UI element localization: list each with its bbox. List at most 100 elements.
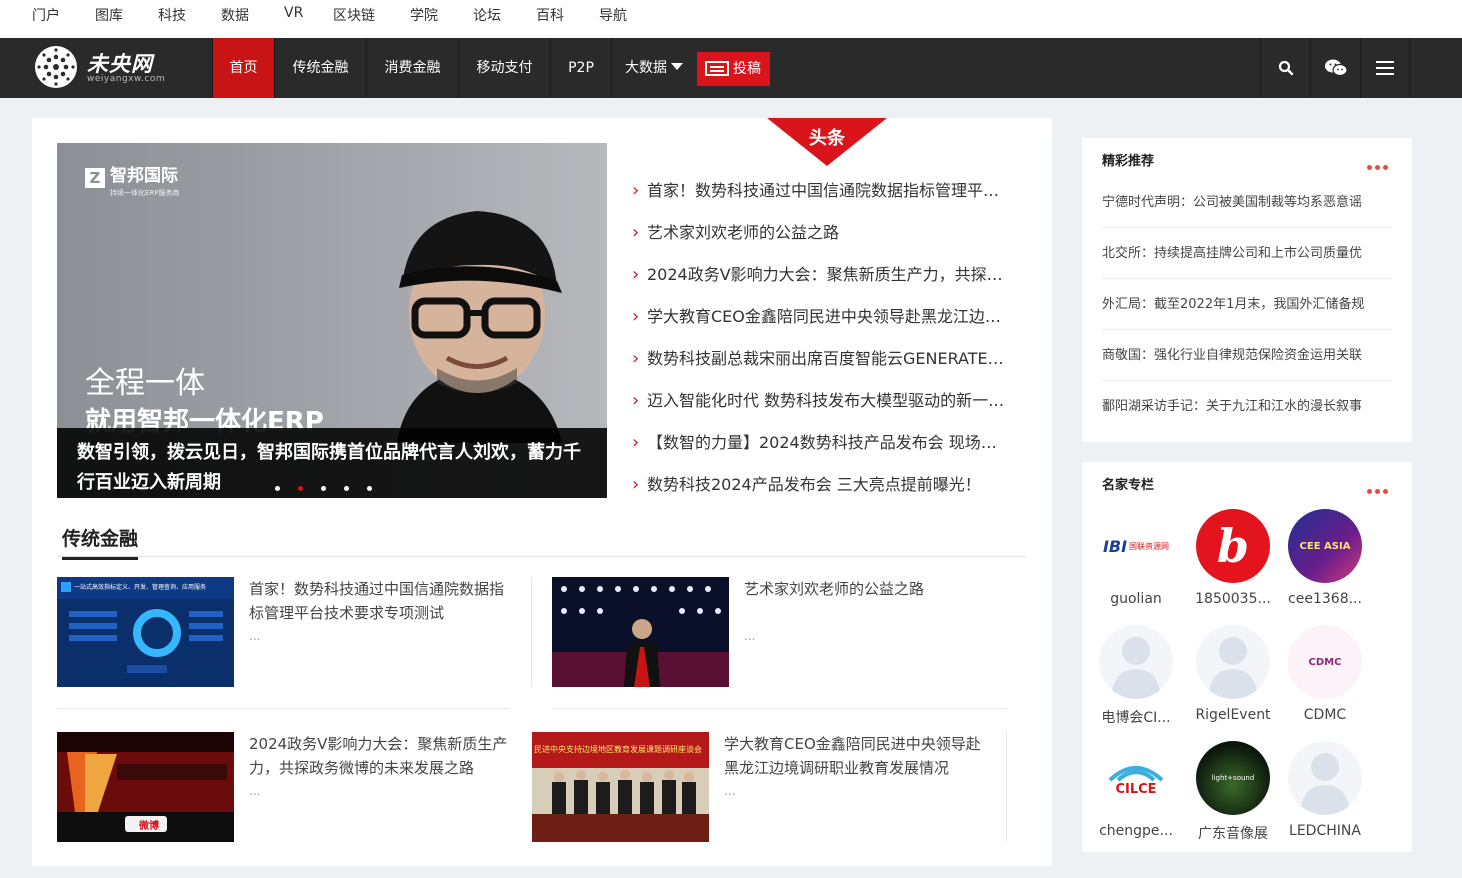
top-link-data[interactable]: 数据 bbox=[221, 5, 249, 25]
expert-item[interactable]: RigelEvent bbox=[1186, 625, 1280, 723]
headline-list: 首家！数势科技通过中国信通院数据指标管理平台技术要求专项测试 艺术家刘欢老师的公… bbox=[632, 170, 1012, 506]
news-title[interactable]: 2024政务V影响力大会：聚焦新质生产力，共探政务微博的未来发展之路 bbox=[249, 732, 514, 780]
top-link-bar: 门户 图库 科技 数据 VR 区块链 学院 论坛 百科 导航 bbox=[0, 0, 1462, 38]
slider-dot[interactable] bbox=[275, 486, 280, 491]
expert-item[interactable]: CEE ASIA cee1368... bbox=[1278, 509, 1372, 607]
expert-avatar[interactable]: light+sound bbox=[1196, 741, 1270, 815]
recommend-item[interactable]: 外汇局：截至2022年1月末，我国外汇储备规 bbox=[1102, 279, 1392, 330]
news-card[interactable]: 一站式高效指标定义、开发、管理查询、应用服务 首家！数势科技通过中国信通院数据指… bbox=[57, 577, 512, 689]
top-link-wiki[interactable]: 百科 bbox=[536, 5, 564, 25]
headline-item[interactable]: 首家！数势科技通过中国信通院数据指标管理平台技术要求专项测试 bbox=[632, 170, 1012, 212]
news-card[interactable]: 艺术家刘欢老师的公益之路 ... bbox=[552, 577, 1007, 689]
slider-dot[interactable] bbox=[321, 486, 327, 491]
nav-p2p[interactable]: P2P bbox=[551, 38, 612, 98]
expert-name[interactable]: cee1368... bbox=[1278, 591, 1372, 607]
expert-avatar[interactable] bbox=[1099, 625, 1173, 699]
news-more: ... bbox=[249, 784, 261, 798]
headline-item[interactable]: 迈入智能化时代 数势科技发布大模型驱动的新一代数据分析产品 bbox=[632, 380, 1012, 422]
top-link-vr[interactable]: VR bbox=[284, 5, 303, 21]
news-title[interactable]: 学大教育CEO金鑫陪同民进中央领导赴黑龙江边境调研职业教育发展情况 bbox=[724, 732, 989, 780]
expert-item[interactable]: light+sound 广东音像展 bbox=[1186, 741, 1280, 843]
news-more: ... bbox=[249, 629, 261, 643]
top-link-academy[interactable]: 学院 bbox=[410, 5, 438, 25]
newspaper-icon bbox=[705, 61, 729, 76]
expert-item[interactable]: 电博会CI... bbox=[1089, 625, 1183, 727]
more-dots-icon[interactable] bbox=[1364, 155, 1388, 174]
expert-avatar[interactable]: CEE ASIA bbox=[1288, 509, 1362, 583]
recommend-item[interactable]: 鄱阳湖采访手记：关于九江和江水的漫长叙事 bbox=[1102, 381, 1392, 432]
expert-avatar[interactable]: CILCE bbox=[1099, 741, 1173, 815]
expert-name[interactable]: RigelEvent bbox=[1186, 707, 1280, 723]
news-title[interactable]: 艺术家刘欢老师的公益之路 bbox=[744, 577, 1009, 601]
headline-item[interactable]: 学大教育CEO金鑫陪同民进中央领导赴黑龙江边境调研职业教育发展情况 bbox=[632, 296, 1012, 338]
news-title[interactable]: 首家！数势科技通过中国信通院数据指标管理平台技术要求专项测试 bbox=[249, 577, 514, 625]
nav-mobile-payment[interactable]: 移动支付 bbox=[459, 38, 551, 98]
top-link-tech[interactable]: 科技 bbox=[158, 5, 186, 25]
main-content: Z 智邦国际 持续一体化ERP服务商 全程一体 就用智邦一体化ERP 数智引领，拨… bbox=[32, 118, 1052, 866]
slider-dot-active[interactable] bbox=[298, 486, 304, 491]
news-card[interactable]: 微博 2024政务V影响力大会：聚焦新质生产力，共探政务微博的未来发展之路 ..… bbox=[57, 732, 512, 844]
headline-tag: 头条 bbox=[767, 118, 887, 166]
top-link-navigation[interactable]: 导航 bbox=[599, 5, 627, 25]
expert-name[interactable]: guolian bbox=[1089, 591, 1183, 607]
nav-traditional-finance[interactable]: 传统金融 bbox=[275, 38, 367, 98]
news-card[interactable]: 民进中央支持边境地区教育发展课题调研座谈会 学大教育CEO金鑫陪同民进中央领导赴… bbox=[532, 732, 1007, 844]
slider-dot[interactable] bbox=[367, 486, 373, 491]
top-link-portal[interactable]: 门户 bbox=[32, 5, 60, 25]
expert-avatar[interactable]: IBI 国联资源网 bbox=[1099, 509, 1173, 583]
nav-home[interactable]: 首页 bbox=[212, 38, 275, 98]
expert-item[interactable]: LEDCHINA bbox=[1278, 741, 1372, 839]
expert-avatar[interactable]: CDMC bbox=[1288, 625, 1362, 699]
experts-title: 名家专栏 bbox=[1102, 478, 1155, 493]
expert-name[interactable]: CDMC bbox=[1278, 707, 1372, 723]
section-title[interactable]: 传统金融 bbox=[62, 524, 139, 560]
expert-name[interactable]: 电博会CI... bbox=[1089, 707, 1183, 727]
caret-down-icon bbox=[671, 63, 683, 70]
news-thumbnail[interactable]: 一站式高效指标定义、开发、管理查询、应用服务 bbox=[57, 577, 234, 687]
data-platform-image bbox=[57, 577, 234, 687]
expert-item[interactable]: b 1850035... bbox=[1186, 509, 1280, 607]
news-thumbnail[interactable]: 微博 bbox=[57, 732, 234, 842]
top-link-gallery[interactable]: 图库 bbox=[95, 5, 123, 25]
headline-item[interactable]: 艺术家刘欢老师的公益之路 bbox=[632, 212, 1012, 254]
search-button[interactable] bbox=[1260, 38, 1310, 98]
headline-item[interactable]: 【数智的力量】2024数势科技产品发布会 现场回顾 bbox=[632, 422, 1012, 464]
section-divider bbox=[57, 556, 1027, 557]
expert-item[interactable]: IBI 国联资源网 guolian bbox=[1089, 509, 1183, 607]
recommend-item[interactable]: 北交所：持续提高挂牌公司和上市公司质量优 bbox=[1102, 228, 1392, 279]
headline-item[interactable]: 数势科技副总裁宋丽出席百度智能云GENERATE大会 bbox=[632, 338, 1012, 380]
expert-name[interactable]: chengpe... bbox=[1089, 823, 1183, 839]
red-b-logo-icon: b bbox=[1216, 519, 1250, 573]
expert-name[interactable]: 1850035... bbox=[1186, 591, 1280, 607]
banner-slider[interactable]: Z 智邦国际 持续一体化ERP服务商 全程一体 就用智邦一体化ERP 数智引领，拨… bbox=[57, 143, 607, 498]
nav-big-data[interactable]: 大数据 bbox=[612, 38, 696, 98]
expert-name[interactable]: 广东音像展 bbox=[1186, 823, 1280, 843]
submit-article-button[interactable]: 投稿 bbox=[697, 52, 770, 86]
nav-consumer-finance[interactable]: 消费金融 bbox=[367, 38, 459, 98]
expert-avatar[interactable] bbox=[1288, 741, 1362, 815]
top-link-forum[interactable]: 论坛 bbox=[473, 5, 501, 25]
headline-item[interactable]: 数势科技2024产品发布会 三大亮点提前曝光！ bbox=[632, 464, 1012, 506]
expert-item[interactable]: CDMC CDMC bbox=[1278, 625, 1372, 723]
banner-brand-tagline: 持续一体化ERP服务商 bbox=[110, 189, 180, 197]
wechat-button[interactable] bbox=[1310, 38, 1360, 98]
more-dots-icon[interactable] bbox=[1364, 479, 1388, 498]
cdmc-logo-icon: CDMC bbox=[1308, 656, 1342, 668]
recommend-item[interactable]: 商敬国：强化行业自律规范保险资金运用关联 bbox=[1102, 330, 1392, 381]
default-avatar-icon bbox=[1300, 753, 1350, 815]
expert-name[interactable]: LEDCHINA bbox=[1278, 823, 1372, 839]
slider-dot[interactable] bbox=[344, 486, 350, 491]
recommend-item[interactable]: 宁德时代声明：公司被美国制裁等均系恶意谣 bbox=[1102, 177, 1392, 228]
top-link-blockchain[interactable]: 区块链 bbox=[333, 5, 375, 25]
recommend-title: 精彩推荐 bbox=[1102, 154, 1155, 169]
headline-item[interactable]: 2024政务V影响力大会：聚焦新质生产力，共探政务微博的未来发展之路 bbox=[632, 254, 1012, 296]
menu-button[interactable] bbox=[1360, 38, 1410, 98]
news-thumbnail[interactable]: 民进中央支持边境地区教育发展课题调研座谈会 bbox=[532, 732, 709, 842]
light-sound-logo-icon: light+sound bbox=[1211, 774, 1255, 782]
expert-item[interactable]: CILCE chengpe... bbox=[1089, 741, 1183, 839]
expert-avatar[interactable] bbox=[1196, 625, 1270, 699]
news-thumbnail[interactable] bbox=[552, 577, 729, 687]
site-logo[interactable]: 未央网 weiyangxw.com bbox=[33, 44, 173, 90]
expert-avatar[interactable]: b bbox=[1196, 509, 1270, 583]
slider-dots bbox=[275, 476, 385, 495]
